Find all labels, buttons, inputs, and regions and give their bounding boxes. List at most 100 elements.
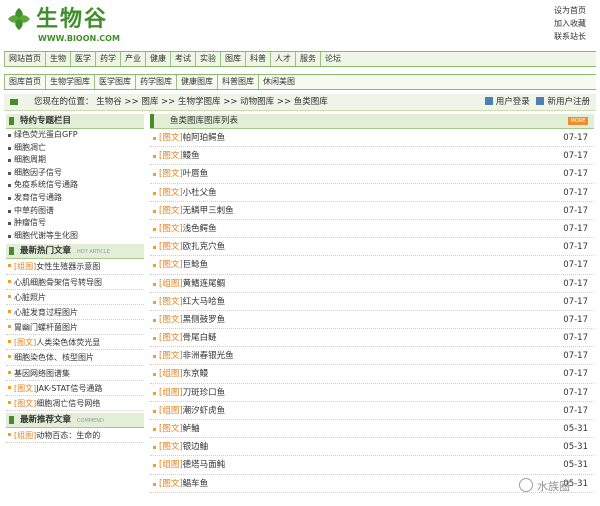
login-link[interactable]: 用户登录 [496,97,530,107]
subnav-item-health-gallery[interactable]: 健康图库 [176,75,217,89]
row-title-link[interactable]: [图文]巨鲶鱼 [159,256,208,274]
row-title: 叶唇鱼 [182,169,209,180]
row-title-link[interactable]: [图文]帕阿珀鳄鱼 [159,129,225,147]
nav-item-experiment[interactable]: 实验 [195,52,220,66]
topic-link[interactable]: 中草药图谱 [6,205,144,218]
table-row[interactable]: [图文]红大马哈鱼 07-17 [150,293,594,311]
table-row[interactable]: [组图]东京鳗 07-17 [150,365,594,384]
topic-link[interactable]: 发育信号通路 [6,192,144,205]
topic-link[interactable]: 细胞凋亡 [6,142,144,155]
nav-item-forum[interactable]: 论坛 [320,52,345,66]
list-item[interactable]: [组图]动物百态：生命的 [6,428,144,444]
nav-item-pharmacy[interactable]: 药学 [95,52,120,66]
list-item[interactable]: 心脏照片 [6,290,144,305]
row-title-link[interactable]: [图文]鳗鱼 [159,147,200,165]
topic-link[interactable]: 肿瘤信号 [6,217,144,230]
nav-item-science[interactable]: 科普 [245,52,270,66]
list-item[interactable]: 心脏发育过程图片 [6,305,144,321]
row-tag: [图文] [159,151,183,162]
list-item[interactable]: 基因网络图谱集 [6,366,144,381]
more-button[interactable]: MORE [568,117,588,125]
topic-link[interactable]: 细胞代谢等生化图 [6,230,144,243]
row-title-link[interactable]: [图文]鲳车鱼 [159,475,208,493]
nav-item-biology[interactable]: 生物 [45,52,70,66]
row-title-link[interactable]: [图文]黑侧鼓罗鱼 [159,311,225,329]
bullet-icon [153,409,156,413]
set-homepage-link[interactable]: 设为首页 [554,4,586,17]
row-title-link[interactable]: [图文]非洲春银光鱼 [159,347,234,365]
nav-item-talent[interactable]: 人才 [270,52,295,66]
list-item[interactable]: [图文]人类染色体荧光显 [6,335,144,351]
list-item[interactable]: [组图]女性生殖器示意图 [6,259,144,275]
row-title-link[interactable]: [组图]刀斑珍口鱼 [159,384,225,402]
list-item[interactable]: 胃幽门螺杆菌图片 [6,320,144,336]
nav-item-home[interactable]: 网站首页 [4,52,45,66]
article-rows: [图文]帕阿珀鳄鱼 07-17 [图文]鳗鱼 07-17 [图文]叶唇鱼 07-17 [图文… [150,129,594,493]
table-row[interactable]: [图文]银边鲉 05-31 [150,438,594,457]
table-row[interactable]: [图文]鲈鲉 05-31 [150,420,594,439]
nav-item-service[interactable]: 服务 [295,52,320,66]
nav-item-health[interactable]: 健康 [145,52,170,66]
row-title-link[interactable]: [图文]无鳞甲三刺鱼 [159,202,234,220]
table-row[interactable]: [图文]帕阿珀鳄鱼 07-17 [150,129,594,148]
row-title-link[interactable]: [图文]浅色鳄鱼 [159,220,217,238]
table-row[interactable]: [组图]黄鳍连尾鲷 07-17 [150,275,594,293]
table-row[interactable]: [图文]骨尾白鲢 07-17 [150,329,594,348]
row-tag: [图文] [159,296,183,307]
bullet-icon [153,446,156,450]
topic-link[interactable]: 绿色荧光蛋白GFP [6,129,144,142]
subnav-item-leisure-gallery[interactable]: 休闲美图 [258,75,299,89]
row-date: 07-17 [563,405,588,416]
list-item[interactable]: 心肌细胞骨架信号转导图 [6,275,144,290]
table-row[interactable]: [组图]德塔马面鲀 05-31 [150,456,594,475]
table-row[interactable]: [图文]无鳞甲三刺鱼 07-17 [150,202,594,220]
contact-admin-link[interactable]: 联系站长 [554,30,586,43]
nav-item-medicine[interactable]: 医学 [70,52,95,66]
table-row[interactable]: [图文]黑侧鼓罗鱼 07-17 [150,311,594,330]
table-row[interactable]: [图文]鳗鱼 07-17 [150,147,594,166]
special-topics-header: 特约专题栏目 [6,114,144,129]
row-tag: [组图] [159,405,183,416]
row-title-link[interactable]: [组图]潮汐虾虎鱼 [159,402,225,420]
list-item[interactable]: [图文]JAK-STAT信号通路 [6,381,144,397]
table-row[interactable]: [图文]巨鲶鱼 07-17 [150,256,594,275]
row-title-link[interactable]: [图文]叶唇鱼 [159,165,208,183]
table-row[interactable]: [图文]非洲春银光鱼 07-17 [150,347,594,366]
row-title-link[interactable]: [组图]德塔马面鲀 [159,456,225,474]
table-row[interactable]: [组图]刀斑珍口鱼 07-17 [150,384,594,402]
breadcrumb-path[interactable]: 您现在的位置： 生物谷 >> 图库 >> 生物学图库 >> 动物图库 >> 鱼类… [34,94,328,110]
list-item[interactable]: [图文]细胞凋亡信号网络 [6,396,144,412]
row-title: 潮汐虾虎鱼 [182,405,226,416]
breadcrumb: 您现在的位置： 生物谷 >> 图库 >> 生物学图库 >> 动物图库 >> 鱼类… [4,94,596,111]
register-link[interactable]: 新用户注册 [547,97,590,107]
table-row[interactable]: [组图]潮汐虾虎鱼 07-17 [150,402,594,420]
subnav-item-gallery-home[interactable]: 图库首页 [4,75,45,89]
row-title-link[interactable]: [图文]小杜父鱼 [159,184,217,202]
nav-item-exam[interactable]: 考试 [170,52,195,66]
nav-item-gallery[interactable]: 图库 [220,52,245,66]
row-title-link[interactable]: [图文]鲈鲉 [159,420,200,438]
table-row[interactable]: [图文]欧扎克穴鱼 07-17 [150,238,594,257]
row-title-link[interactable]: [图文]银边鲉 [159,438,208,456]
section-title: 最新热门文章 [20,246,72,257]
subnav-item-pharmacy-gallery[interactable]: 药学图库 [135,75,176,89]
subnav-item-medical-gallery[interactable]: 医学图库 [94,75,135,89]
row-title-link[interactable]: [组图]东京鳗 [159,365,208,383]
table-row[interactable]: [图文]小杜父鱼 07-17 [150,184,594,202]
table-row[interactable]: [图文]叶唇鱼 07-17 [150,165,594,184]
subnav-item-science-gallery[interactable]: 科普图库 [217,75,258,89]
topic-link[interactable]: 细胞周期 [6,154,144,167]
add-favorite-link[interactable]: 加入收藏 [554,17,586,30]
subnav-item-biology-gallery[interactable]: 生物学图库 [45,75,94,89]
topic-link[interactable]: 免疫系统信号通路 [6,179,144,192]
list-item[interactable]: 细胞染色体、核型图片 [6,350,144,366]
watermark-text: 水族圈 [537,480,570,493]
row-title-link[interactable]: [图文]骨尾白鲢 [159,329,217,347]
row-title-link[interactable]: [图文]欧扎克穴鱼 [159,238,225,256]
table-row[interactable]: [图文]浅色鳄鱼 07-17 [150,220,594,239]
topic-link[interactable]: 细胞因子信号 [6,167,144,180]
item-text: 女性生殖器示意图 [36,262,101,272]
row-title-link[interactable]: [图文]红大马哈鱼 [159,293,225,311]
nav-item-industry[interactable]: 产业 [120,52,145,66]
row-title-link[interactable]: [组图]黄鳍连尾鲷 [159,275,225,293]
